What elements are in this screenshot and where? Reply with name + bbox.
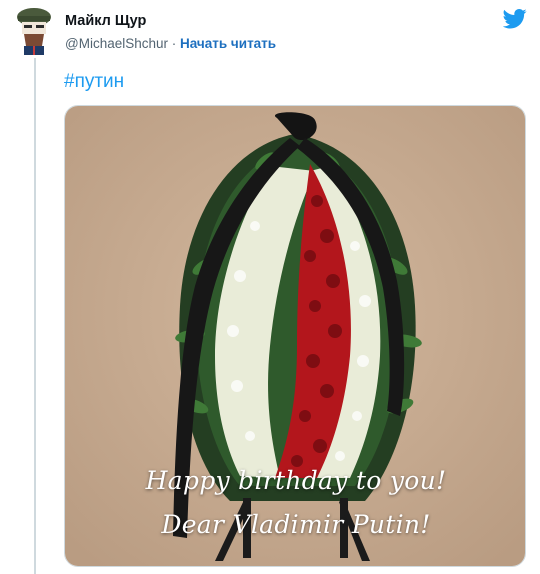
wreath-illustration — [65, 106, 525, 566]
image-caption-line-1: Happy birthday to you! — [145, 466, 447, 495]
handle-row: @MichaelShchur · Начать читать — [65, 36, 276, 51]
separator: · — [168, 36, 180, 51]
twitter-bird-icon[interactable] — [503, 9, 527, 29]
follow-link[interactable]: Начать читать — [180, 36, 276, 51]
avatar[interactable] — [14, 6, 54, 56]
image-caption-line-2: Dear Vladimir Putin! — [161, 510, 431, 539]
author-handle[interactable]: @MichaelShchur — [65, 36, 168, 51]
hashtag-link[interactable]: #путин — [64, 71, 124, 93]
tweet-image[interactable]: Happy birthday to you! Dear Vladimir Put… — [64, 105, 526, 567]
thread-line — [34, 58, 36, 574]
author-name[interactable]: Майкл Щур — [65, 13, 146, 29]
